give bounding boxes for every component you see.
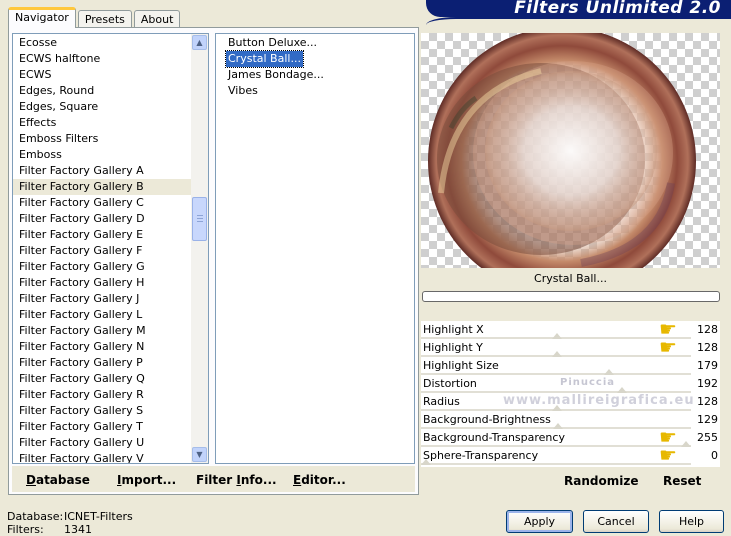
slider-value: 128	[697, 395, 718, 408]
pointing-hand-icon: ☛	[659, 443, 677, 467]
scroll-thumb[interactable]	[192, 197, 207, 241]
category-item[interactable]: ECWS halftone	[13, 51, 193, 67]
tab-navigator[interactable]: Navigator	[8, 7, 76, 28]
category-item[interactable]: Filter Factory Gallery E	[13, 227, 193, 243]
watermark-text: www.mallireigrafica.eu	[503, 393, 695, 408]
category-item[interactable]: Emboss	[13, 147, 193, 163]
category-item[interactable]: Effects	[13, 115, 193, 131]
apply-button[interactable]: Apply	[506, 510, 573, 533]
slider-label: Background-Brightness	[423, 413, 551, 426]
slider-value: 179	[697, 359, 718, 372]
category-item[interactable]: Edges, Round	[13, 83, 193, 99]
category-item[interactable]: Filter Factory Gallery U	[13, 435, 193, 451]
progress-bar	[422, 291, 720, 302]
filter-row: James Bondage...	[216, 67, 414, 83]
filter-row: Button Deluxe...	[216, 35, 414, 51]
app-title: Filters Unlimited 2.0	[514, 0, 721, 18]
category-item[interactable]: Filter Factory Gallery F	[13, 243, 193, 259]
slider-label: Highlight X	[423, 323, 484, 336]
watermark-signature: Pinuccia	[560, 377, 616, 388]
slider-value: 128	[697, 341, 718, 354]
filter-item[interactable]: James Bondage...	[226, 67, 326, 83]
filter-list[interactable]: Button Deluxe... Crystal Ball... James Bon…	[215, 33, 415, 464]
filter-item[interactable]: Crystal Ball...	[225, 50, 304, 68]
tab-about[interactable]: About	[133, 10, 181, 28]
grip-line	[197, 215, 203, 216]
brand-swoosh	[426, 17, 731, 25]
pointing-hand-icon: ☛	[659, 335, 677, 359]
status-database: Database:ICNET-Filters	[7, 510, 133, 523]
filter-item[interactable]: Button Deluxe...	[226, 35, 319, 51]
slider-row[interactable]: Highlight Size 179	[421, 357, 720, 375]
filter-info-button[interactable]: Filter Info...	[196, 473, 277, 487]
slider-label: Radius	[423, 395, 460, 408]
chevron-up-icon: ▲	[196, 38, 203, 47]
crystal-ball-preview	[428, 33, 696, 268]
filter-row: Vibes	[216, 83, 414, 99]
cancel-button[interactable]: Cancel	[583, 510, 649, 533]
slider-row[interactable]: Highlight Y 128 ☛	[421, 335, 720, 359]
category-item[interactable]: Filter Factory Gallery R	[13, 387, 193, 403]
slider-label: Highlight Y	[423, 341, 483, 354]
scroll-down-button[interactable]: ▼	[192, 447, 207, 462]
chevron-down-icon: ▼	[196, 450, 203, 459]
category-item[interactable]: Filter Factory Gallery L	[13, 307, 193, 323]
database-button[interactable]: Database	[26, 473, 90, 487]
slider-label: Background-Transparency	[423, 431, 565, 444]
import-button[interactable]: Import...	[117, 473, 176, 487]
filters-count: 1341	[64, 523, 92, 536]
category-item[interactable]: Filter Factory Gallery P	[13, 355, 193, 371]
active-filter-name: Crystal Ball...	[534, 272, 607, 285]
category-item[interactable]: Filter Factory Gallery A	[13, 163, 193, 179]
preview-image	[421, 33, 720, 268]
category-item[interactable]: Filter Factory Gallery M	[13, 323, 193, 339]
reset-button[interactable]: Reset	[663, 474, 701, 488]
category-item[interactable]: Filter Factory Gallery V	[13, 451, 193, 463]
category-item[interactable]: Edges, Square	[13, 99, 193, 115]
category-item[interactable]: Emboss Filters	[13, 131, 193, 147]
category-item[interactable]: Filter Factory Gallery N	[13, 339, 193, 355]
slider-label: Highlight Size	[423, 359, 499, 372]
filter-row: Crystal Ball...	[216, 50, 414, 68]
slider-track[interactable]	[421, 463, 691, 465]
help-button[interactable]: Help	[659, 510, 724, 533]
editor-button[interactable]: Editor...	[293, 473, 346, 487]
category-item[interactable]: Filter Factory Gallery C	[13, 195, 193, 211]
database-value: ICNET-Filters	[64, 510, 133, 523]
parameter-button-bar: Randomize Reset	[421, 468, 720, 492]
grip-line	[197, 218, 203, 219]
slider-value: 128	[697, 323, 718, 336]
slider-value: 0	[711, 449, 718, 462]
category-item[interactable]: Filter Factory Gallery J	[13, 291, 193, 307]
category-item[interactable]: Filter Factory Gallery G	[13, 259, 193, 275]
tab-strip: Navigator Presets About	[8, 7, 182, 28]
category-list[interactable]: Ecosse ECWS halftone ECWS Edges, Round Edges…	[12, 33, 209, 464]
category-item[interactable]: Filter Factory Gallery D	[13, 211, 193, 227]
slider-row[interactable]: Sphere-Transparency 0 ☛	[421, 443, 720, 467]
slider-value: 129	[697, 413, 718, 426]
category-item[interactable]: Ecosse	[13, 35, 193, 51]
tab-presets[interactable]: Presets	[77, 10, 132, 28]
slider-label: Distortion	[423, 377, 477, 390]
category-item[interactable]: ECWS	[13, 67, 193, 83]
slider-value: 192	[697, 377, 718, 390]
scroll-up-button[interactable]: ▲	[192, 35, 207, 50]
category-item[interactable]: Filter Factory Gallery T	[13, 419, 193, 435]
status-filters: Filters: 1341	[7, 523, 92, 536]
category-items: Ecosse ECWS halftone ECWS Edges, Round Edges…	[13, 34, 193, 463]
category-item[interactable]: Filter Factory Gallery S	[13, 403, 193, 419]
slider-label: Sphere-Transparency	[423, 449, 539, 462]
randomize-button[interactable]: Randomize	[564, 474, 638, 488]
category-scrollbar[interactable]: ▲ ▼	[191, 34, 208, 463]
navigator-button-bar: Database Import... Filter Info... Editor…	[12, 466, 415, 492]
category-item[interactable]: Filter Factory Gallery H	[13, 275, 193, 291]
category-item[interactable]: Filter Factory Gallery Q	[13, 371, 193, 387]
slider-value: 255	[697, 431, 718, 444]
brand-banner: Filters Unlimited 2.0	[426, 0, 731, 18]
category-item[interactable]: Filter Factory Gallery B	[13, 179, 193, 195]
filter-item[interactable]: Vibes	[226, 83, 260, 99]
filter-items: Button Deluxe... Crystal Ball... James Bon…	[216, 34, 414, 99]
grip-line	[197, 221, 203, 222]
